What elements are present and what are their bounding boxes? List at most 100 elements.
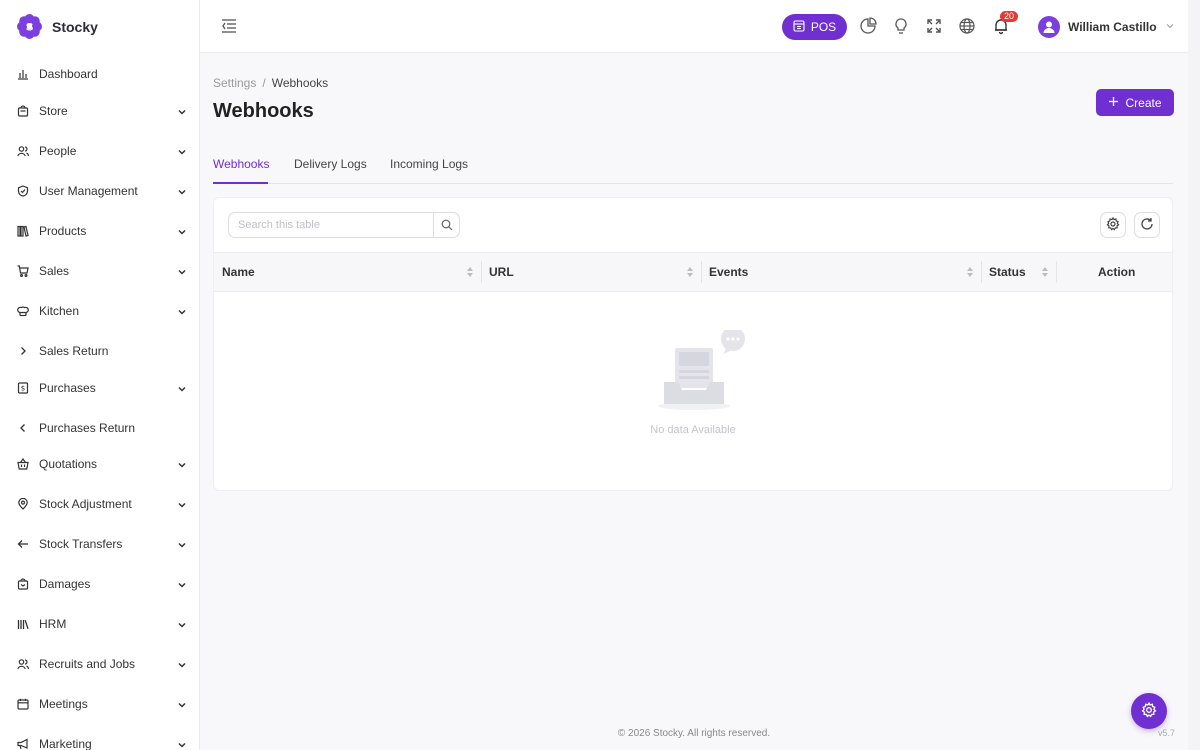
chevron-down-icon (177, 539, 187, 549)
chevron-left-icon (17, 422, 29, 434)
chevron-down-icon (177, 106, 187, 116)
sidebar-item-label: User Management (39, 184, 138, 198)
sidebar: S Stocky Dashboard Store People User Manage… (0, 0, 200, 750)
sidebar-item-label: Damages (39, 577, 91, 591)
sidebar-item-sales[interactable]: Sales (0, 256, 199, 286)
chevron-down-icon (1165, 20, 1175, 34)
sidebar-item-user-management[interactable]: User Management (0, 176, 199, 206)
chevron-down-icon (177, 266, 187, 276)
sidebar-item-people[interactable]: People (0, 136, 199, 166)
chevron-down-icon (177, 619, 187, 629)
store-icon (17, 105, 29, 117)
sidebar-item-label: HRM (39, 617, 67, 631)
column-header-name[interactable]: Name (222, 253, 255, 291)
sidebar-item-dashboard[interactable]: Dashboard (0, 59, 199, 89)
page-scrollbar[interactable] (1188, 0, 1200, 750)
sidebar-item-quotations[interactable]: Quotations (0, 449, 199, 479)
table-header: Name URL Events Status Action (214, 252, 1172, 292)
breadcrumb: Settings / Webhooks (213, 76, 328, 90)
sidebar-item-meetings[interactable]: Meetings (0, 689, 199, 719)
column-header-url[interactable]: URL (489, 253, 514, 291)
refresh-button[interactable] (1134, 212, 1160, 238)
receipt-icon: $ (17, 382, 29, 394)
sidebar-item-recruits-and-jobs[interactable]: Recruits and Jobs (0, 649, 199, 679)
table-search (228, 212, 460, 238)
sidebar-item-label: Quotations (39, 457, 98, 471)
breadcrumb-parent[interactable]: Settings (213, 76, 256, 90)
column-label: URL (489, 265, 514, 279)
customizer-button[interactable] (1131, 693, 1167, 729)
megaphone-icon (17, 738, 29, 750)
chart-bar-icon (17, 68, 29, 80)
box-icon (17, 578, 29, 590)
pos-icon (793, 19, 805, 35)
sort-icon[interactable] (686, 266, 694, 278)
empty-state-text: No data Available (650, 424, 736, 436)
pos-button[interactable]: POS (782, 14, 847, 40)
column-divider (981, 261, 982, 283)
search-input[interactable] (229, 213, 433, 237)
globe-icon[interactable] (958, 17, 976, 35)
sidebar-item-stock-transfers[interactable]: Stock Transfers (0, 529, 199, 559)
shield-icon (17, 185, 29, 197)
sort-icon[interactable] (966, 266, 974, 278)
create-label: Create (1125, 95, 1162, 110)
empty-state: No data Available (214, 292, 1172, 452)
sidebar-item-label: Meetings (39, 697, 88, 711)
user-menu[interactable]: William Castillo (1038, 14, 1175, 40)
user-name: William Castillo (1068, 20, 1157, 34)
create-button[interactable]: Create (1096, 89, 1174, 116)
pos-label: POS (810, 20, 837, 34)
column-header-events[interactable]: Events (709, 253, 748, 291)
chevron-down-icon (177, 306, 187, 316)
chevron-down-icon (177, 226, 187, 236)
users-icon (17, 658, 29, 670)
chevron-down-icon (177, 459, 187, 469)
tab-incoming-logs[interactable]: Incoming Logs (390, 157, 468, 171)
sidebar-item-label: Sales Return (39, 344, 109, 358)
sidebar-item-marketing[interactable]: Marketing (0, 729, 199, 750)
sidebar-item-stock-adjustment[interactable]: Stock Adjustment (0, 489, 199, 519)
svg-text:S: S (26, 22, 33, 34)
chevron-down-icon (177, 659, 187, 669)
brand[interactable]: S Stocky (0, 0, 199, 53)
sidebar-item-purchases-return[interactable]: Purchases Return (0, 413, 199, 443)
chevron-down-icon (177, 699, 187, 709)
sidebar-item-label: Sales (39, 264, 70, 278)
sidebar-item-label: Kitchen (39, 304, 80, 318)
sidebar-item-hrm[interactable]: HRM (0, 609, 199, 639)
column-label: Name (222, 265, 255, 279)
library-icon (17, 618, 29, 630)
sidebar-item-label: Stock Adjustment (39, 497, 132, 511)
pie-chart-icon[interactable] (859, 17, 877, 35)
tab-webhooks[interactable]: Webhooks (213, 157, 269, 171)
sidebar-item-products[interactable]: Products (0, 216, 199, 246)
sidebar-item-label: Products (39, 224, 87, 238)
chevron-right-icon (17, 345, 29, 357)
search-icon[interactable] (433, 213, 459, 237)
tab-delivery-logs[interactable]: Delivery Logs (294, 157, 367, 171)
column-header-status[interactable]: Status (989, 253, 1026, 291)
sidebar-item-kitchen[interactable]: Kitchen (0, 296, 199, 326)
lightbulb-icon[interactable] (892, 17, 910, 35)
column-divider (701, 261, 702, 283)
column-label: Status (989, 265, 1026, 279)
fullscreen-icon[interactable] (925, 17, 943, 35)
column-label: Action (1098, 265, 1136, 279)
calendar-icon (17, 698, 29, 710)
sidebar-item-damages[interactable]: Damages (0, 569, 199, 599)
chevron-down-icon (177, 383, 187, 393)
active-tab-indicator (213, 182, 268, 184)
sidebar-item-label: Purchases (39, 381, 96, 395)
sidebar-item-purchases[interactable]: $ Purchases (0, 373, 199, 403)
chevron-down-icon (177, 186, 187, 196)
books-icon (17, 225, 29, 237)
column-header-action: Action (1098, 253, 1135, 291)
table-settings-button[interactable] (1100, 212, 1126, 238)
sidebar-item-sales-return[interactable]: Sales Return (0, 336, 199, 366)
sort-icon[interactable] (466, 266, 474, 278)
sort-icon[interactable] (1041, 266, 1049, 278)
menu-toggle-icon[interactable] (220, 17, 238, 35)
map-pin-icon (17, 498, 29, 510)
sidebar-item-store[interactable]: Store (0, 96, 199, 126)
